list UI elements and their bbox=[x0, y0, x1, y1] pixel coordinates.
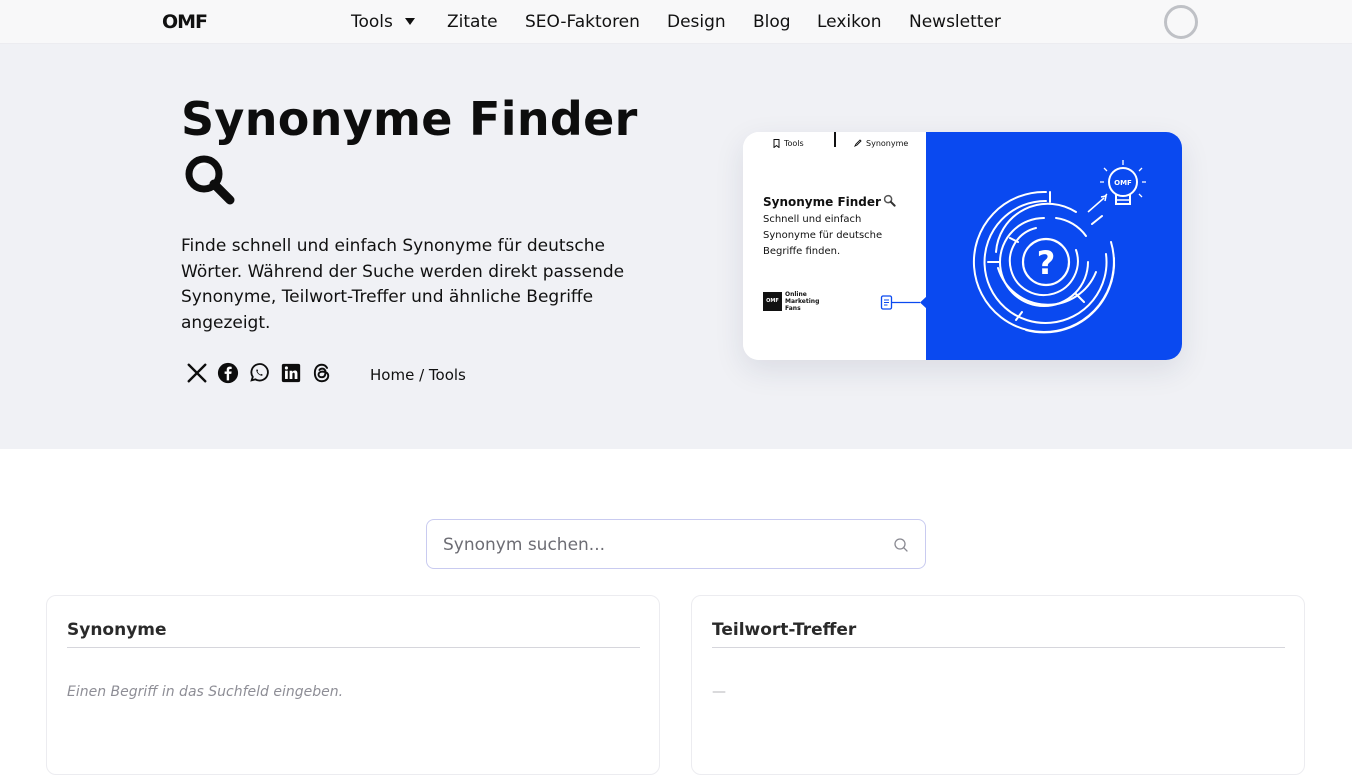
page-title: Synonyme Finder bbox=[181, 92, 638, 146]
breadcrumb-current[interactable]: Tools bbox=[429, 366, 466, 384]
linkedin-icon[interactable] bbox=[280, 362, 302, 384]
nav-item-design[interactable]: Design bbox=[667, 0, 726, 44]
magnifier-icon bbox=[185, 155, 235, 205]
synonyms-panel: Synonyme Einen Begriff in das Suchfeld e… bbox=[46, 595, 660, 775]
magnifier-icon bbox=[883, 194, 896, 207]
maze-question-mark: ? bbox=[1037, 244, 1056, 282]
nav-item-seo-faktoren[interactable]: SEO-Faktoren bbox=[525, 0, 640, 44]
hero-image-title: Synonyme Finder bbox=[763, 194, 896, 209]
synonyms-empty-message: Einen Begriff in das Suchfeld eingeben. bbox=[67, 684, 344, 700]
partial-matches-panel-title: Teilwort-Treffer bbox=[712, 620, 857, 640]
nav-item-newsletter[interactable]: Newsletter bbox=[909, 0, 1001, 44]
hero-image-left-panel: Tools Synonyme Synonyme Finder Schnell u… bbox=[743, 132, 927, 360]
partial-matches-panel: Teilwort-Treffer — bbox=[691, 595, 1305, 775]
hero-image-tab-synonyme: Synonyme bbox=[866, 139, 909, 148]
hero-image-logo-text: Online Marketing Fans bbox=[785, 291, 820, 312]
hero-image-title-text: Synonyme Finder bbox=[763, 195, 881, 209]
hero-image: Tools Synonyme Synonyme Finder Schnell u… bbox=[743, 132, 1182, 360]
breadcrumb-home[interactable]: Home bbox=[370, 366, 414, 384]
whatsapp-icon[interactable] bbox=[248, 362, 270, 384]
lightbulb-label: OMF bbox=[1114, 179, 1132, 187]
search-icon[interactable] bbox=[893, 537, 909, 553]
pencil-icon bbox=[854, 139, 862, 147]
hero-image-subtitle: Schnell und einfach Synonyme für deutsch… bbox=[763, 214, 883, 257]
threads-icon[interactable] bbox=[311, 362, 333, 384]
hero-image-tab-divider bbox=[834, 132, 836, 147]
breadcrumb: Home / Tools bbox=[370, 366, 466, 384]
lightbulb-icon: OMF bbox=[1100, 160, 1146, 205]
nav-item-tools[interactable]: Tools bbox=[351, 0, 415, 44]
divider bbox=[67, 647, 640, 648]
chevron-down-icon bbox=[404, 18, 415, 25]
nav-item-blog[interactable]: Blog bbox=[753, 0, 791, 44]
search-box bbox=[426, 519, 926, 569]
synonyms-panel-title: Synonyme bbox=[67, 620, 167, 640]
facebook-icon[interactable] bbox=[217, 362, 239, 384]
hero-image-tab-tools: Tools bbox=[784, 139, 804, 148]
nav-item-zitate[interactable]: Zitate bbox=[447, 0, 498, 44]
document-connector-icon bbox=[880, 295, 927, 310]
hero-section: Synonyme Finder Finde schnell und einfac… bbox=[0, 44, 1352, 449]
avatar-ring-icon[interactable] bbox=[1164, 5, 1198, 39]
bookmark-icon bbox=[773, 139, 780, 148]
search-input[interactable] bbox=[443, 534, 863, 556]
breadcrumb-separator: / bbox=[419, 366, 425, 384]
page-description: Finde schnell und einfach Synonyme für d… bbox=[181, 236, 625, 333]
divider bbox=[712, 647, 1285, 648]
hero-image-right-panel: ? OMF bbox=[926, 132, 1182, 360]
nav-item-tools-label: Tools bbox=[351, 12, 393, 32]
site-logo[interactable]: OMF bbox=[162, 12, 208, 32]
top-navbar: OMF Tools Zitate SEO-Faktoren Design Blo… bbox=[0, 0, 1352, 44]
hero-image-logo-mark: OMF bbox=[763, 292, 782, 311]
x-icon[interactable] bbox=[186, 362, 208, 384]
nav-item-lexikon[interactable]: Lexikon bbox=[817, 0, 882, 44]
maze-illustration: ? OMF bbox=[972, 160, 1146, 334]
partial-matches-empty-message: — bbox=[712, 684, 726, 700]
hero-image-tabs: Tools Synonyme bbox=[743, 132, 927, 154]
